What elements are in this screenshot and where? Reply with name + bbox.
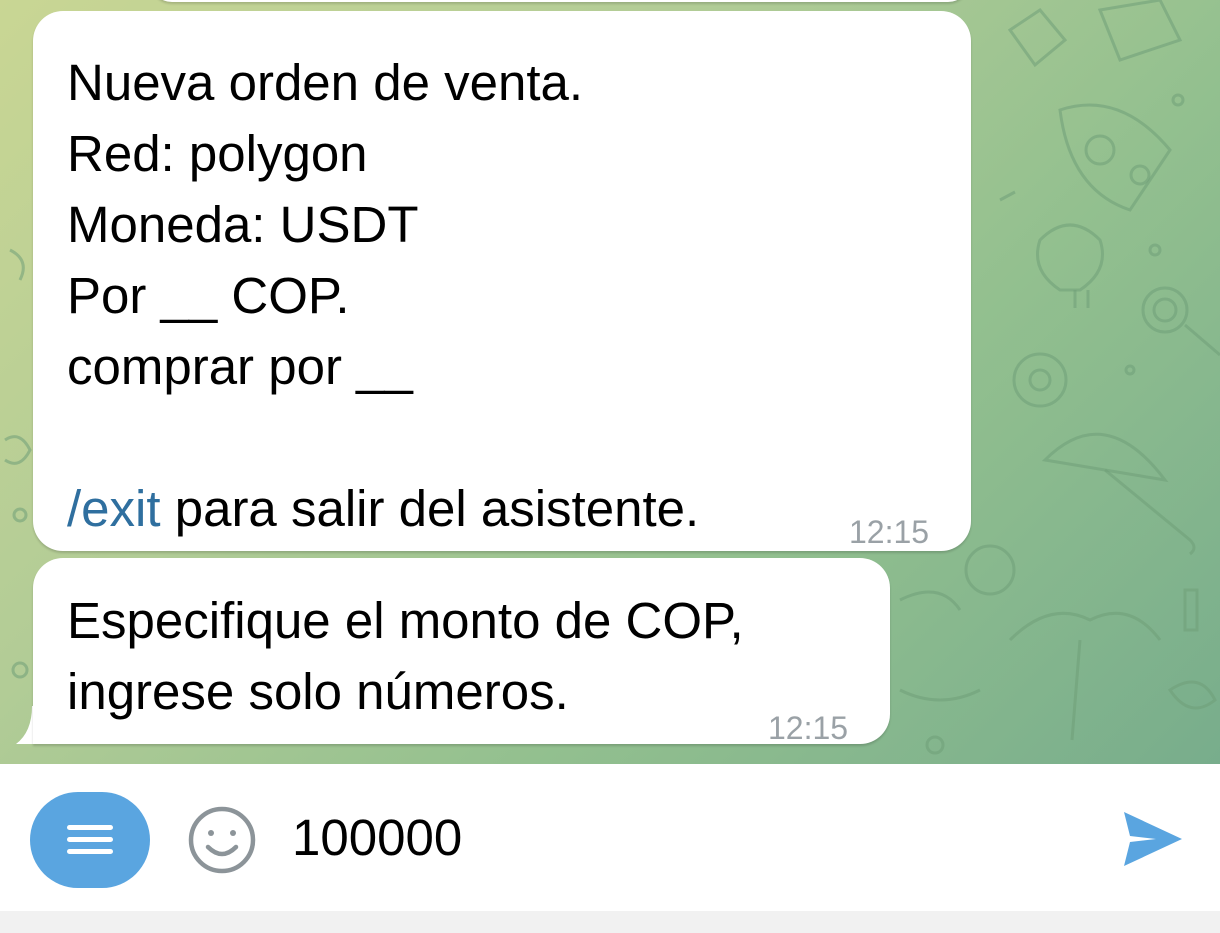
- message-line: Especifique el monto de COP,: [67, 592, 744, 649]
- message-line: Por __ COP.: [67, 267, 350, 324]
- message-timestamp: 12:15: [768, 710, 849, 746]
- system-navigation-bar: [0, 911, 1220, 933]
- bot-menu-button[interactable]: [30, 792, 150, 888]
- menu-icon: [67, 825, 113, 854]
- exit-command-link[interactable]: /exit: [67, 480, 161, 537]
- send-icon[interactable]: [1120, 806, 1186, 872]
- message-line: comprar por __: [67, 338, 413, 395]
- message-line: Red: polygon: [67, 125, 368, 182]
- message-line: Moneda: USDT: [67, 196, 419, 253]
- exit-hint-text: para salir del asistente.: [160, 480, 700, 537]
- bot-message-sell-order[interactable]: Nueva orden de venta. Red: polygon Moned…: [33, 11, 971, 551]
- previous-message-bubble-edge: [150, 0, 970, 2]
- message-line: Nueva orden de venta.: [67, 54, 584, 111]
- message-input[interactable]: [292, 802, 1092, 872]
- bot-message-amount-prompt[interactable]: Especifique el monto de COP, ingrese sol…: [33, 558, 890, 746]
- smiley-icon[interactable]: [187, 805, 257, 875]
- message-line: ingrese solo números.: [67, 663, 569, 720]
- exit-hint-line: /exit para salir del asistente.: [67, 473, 699, 544]
- chat-area[interactable]: Nueva orden de venta. Red: polygon Moned…: [0, 0, 1220, 764]
- telegram-chat-screen: Nueva orden de venta. Red: polygon Moned…: [0, 0, 1220, 933]
- message-composer: [0, 764, 1220, 911]
